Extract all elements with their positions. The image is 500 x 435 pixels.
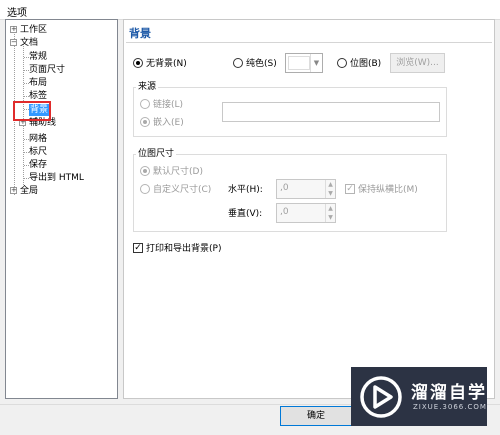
tree-item-layout[interactable]: 布局 <box>29 77 47 89</box>
window-title: 选项 <box>7 8 27 19</box>
tree-item-global[interactable]: + 全局 <box>10 185 38 197</box>
browse-button[interactable]: 浏览(W)... <box>390 53 445 73</box>
horizontal-label: 水平(H): <box>228 185 263 195</box>
ok-button[interactable]: 确定 <box>280 406 352 426</box>
tree-item-label: 工作区 <box>20 25 48 35</box>
tree-item-general[interactable]: 常规 <box>29 51 47 63</box>
tree-item-label: 标尺 <box>29 147 48 157</box>
panel-title: 背景 <box>129 27 151 40</box>
divider <box>126 42 492 43</box>
solid-color-radio[interactable] <box>233 58 243 68</box>
spinner-arrows-icon[interactable]: ▲ ▼ <box>325 204 335 222</box>
bitmap-path-input[interactable] <box>222 102 440 122</box>
keep-ratio-label: 保持纵横比(M) <box>358 185 418 195</box>
tree-item-label: 全局 <box>20 186 39 196</box>
default-size-label: 默认尺寸(D) <box>153 167 203 177</box>
watermark-text: 溜溜自学 <box>411 383 487 403</box>
tree-item-label: 常规 <box>29 52 48 62</box>
horizontal-value: ,0 <box>280 183 289 193</box>
tree-item-label: 导出到 HTML <box>29 173 84 183</box>
print-export-checkbox[interactable]: ✓ <box>133 243 143 253</box>
embed-radio[interactable] <box>140 117 150 127</box>
expand-icon[interactable]: + <box>10 26 17 33</box>
tree-item-label: 网格 <box>29 134 48 144</box>
bitmap-label[interactable]: 位图(B) <box>350 58 381 70</box>
tree-item-export-html[interactable]: 导出到 HTML <box>29 172 84 184</box>
tree-item-document[interactable]: − 文档 <box>10 37 38 49</box>
no-background-label[interactable]: 无背景(N) <box>146 58 187 70</box>
tree-item-label: 页面尺寸 <box>29 65 66 75</box>
vertical-value: ,0 <box>280 207 289 217</box>
spinner-arrows-icon[interactable]: ▲ ▼ <box>325 180 335 198</box>
embed-label: 嵌入(E) <box>153 118 184 128</box>
watermark-url: ZIXUE.3066.COM <box>413 403 487 411</box>
tree-item-grid[interactable]: 网格 <box>29 133 47 145</box>
tree-item-label: 文档 <box>20 38 39 48</box>
tree-item-rulers[interactable]: 标尺 <box>29 146 47 158</box>
bitmap-size-group-title: 位图尺寸 <box>136 148 177 160</box>
link-radio[interactable] <box>140 99 150 109</box>
default-size-radio[interactable] <box>140 166 150 176</box>
background-settings-panel: 背景 无背景(N) 纯色(S) ▼ 位图(B) 浏览(W)... 来源 链接(L… <box>123 19 495 399</box>
play-logo-icon <box>360 376 402 418</box>
color-picker[interactable]: ▼ <box>285 53 323 73</box>
chevron-down-icon: ▼ <box>310 54 322 72</box>
source-group-title: 来源 <box>136 81 159 93</box>
red-highlight-box <box>13 101 51 121</box>
options-tree[interactable]: + 工作区 − 文档 常规 页面尺寸 布局 标签 背景 + 辅助线 网格 标尺 … <box>5 19 118 399</box>
expand-icon[interactable]: + <box>10 187 17 194</box>
custom-size-label: 自定义尺寸(C) <box>153 185 212 195</box>
no-background-radio[interactable] <box>133 58 143 68</box>
vertical-spinner[interactable]: ,0 ▲ ▼ <box>276 203 336 223</box>
collapse-icon[interactable]: − <box>10 39 17 46</box>
tree-item-label: 布局 <box>29 78 48 88</box>
keep-ratio-checkbox[interactable]: ✓ <box>345 184 355 194</box>
tree-item-page-size[interactable]: 页面尺寸 <box>29 64 65 76</box>
bitmap-radio[interactable] <box>337 58 347 68</box>
horizontal-spinner[interactable]: ,0 ▲ ▼ <box>276 179 336 199</box>
solid-color-label[interactable]: 纯色(S) <box>246 58 277 70</box>
link-label: 链接(L) <box>153 100 184 110</box>
tree-item-label: 保存 <box>29 160 48 170</box>
title-bar: 选项 <box>0 0 500 20</box>
color-swatch <box>288 56 310 70</box>
custom-size-radio[interactable] <box>140 184 150 194</box>
watermark: 溜溜自学 ZIXUE.3066.COM <box>351 367 487 426</box>
tree-item-workspace[interactable]: + 工作区 <box>10 24 47 36</box>
print-export-label[interactable]: 打印和导出背景(P) <box>146 243 221 255</box>
vertical-label: 垂直(V): <box>228 209 263 219</box>
tree-item-save[interactable]: 保存 <box>29 159 47 171</box>
